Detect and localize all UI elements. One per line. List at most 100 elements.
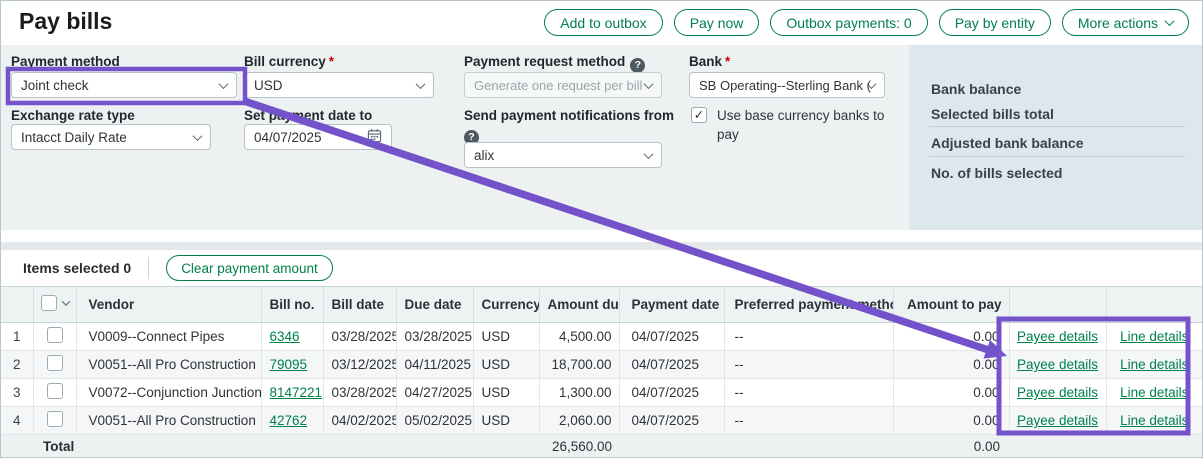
total-amount-due: 26,560.00 [539, 435, 619, 458]
payment-request-method-label: Payment request method? [464, 54, 645, 73]
row-number: 1 [1, 323, 33, 351]
vendor-header[interactable]: Vendor [76, 287, 261, 323]
row-checkbox[interactable] [47, 355, 63, 371]
row-number: 3 [1, 379, 33, 407]
payment-date-value: 04/07/2025 [254, 130, 322, 145]
exchange-rate-type-label: Exchange rate type [11, 108, 135, 123]
line-details-link[interactable]: Line details [1120, 329, 1188, 344]
add-to-outbox-button[interactable]: Add to outbox [544, 9, 662, 36]
use-base-currency-label: Use base currency banks to pay [717, 106, 889, 144]
bill-date-cell: 03/28/2025 [323, 379, 396, 407]
clear-payment-amount-button[interactable]: Clear payment amount [166, 255, 333, 281]
total-label: Total [33, 435, 261, 458]
currency-cell: USD [473, 407, 539, 435]
payment-request-method-value: Generate one request per bill [474, 78, 642, 93]
more-actions-button[interactable]: More actions [1062, 9, 1189, 36]
pay-by-entity-button[interactable]: Pay by entity [939, 9, 1051, 36]
bank-select[interactable]: SB Operating--Sterling Bank ( [689, 72, 885, 98]
amount-to-pay-header[interactable]: Amount to pay [893, 287, 1009, 323]
line-details-link[interactable]: Line details [1120, 357, 1188, 372]
bill-date-cell: 03/28/2025 [323, 323, 396, 351]
amount-to-pay-cell[interactable]: 0.00 [893, 351, 1009, 379]
items-selected-count: 0 [123, 260, 131, 276]
table-toolbar: Items selected 0 Clear payment amount [1, 250, 1202, 286]
send-notifications-label: Send payment notifications from [464, 108, 674, 123]
outbox-payments-button[interactable]: Outbox payments: 0 [770, 9, 927, 36]
amount-due-cell: 18,700.00 [539, 351, 619, 379]
bill-date-header[interactable]: Bill date [323, 287, 396, 323]
currency-cell: USD [473, 379, 539, 407]
amount-to-pay-cell[interactable]: 0.00 [893, 323, 1009, 351]
payment-date-header[interactable]: Payment date [619, 287, 724, 323]
exchange-rate-type-value: Intacct Daily Rate [21, 130, 127, 145]
table-header-row: Vendor Bill no. Bill date Due date Curre… [1, 287, 1202, 323]
payment-date-cell: 04/07/2025 [619, 379, 724, 407]
line-details-link[interactable]: Line details [1120, 385, 1188, 400]
bill-currency-value: USD [254, 78, 283, 93]
amount-due-header[interactable]: Amount due [539, 287, 619, 323]
exchange-rate-type-select[interactable]: Intacct Daily Rate [11, 124, 211, 150]
required-asterisk: * [329, 54, 334, 69]
row-checkbox[interactable] [47, 383, 63, 399]
pay-now-button[interactable]: Pay now [674, 9, 760, 36]
items-selected-label: Items selected 0 [23, 260, 131, 276]
total-row: Total 26,560.00 0.00 [1, 435, 1202, 458]
bill-currency-select[interactable]: USD [244, 72, 434, 98]
amount-due-cell: 4,500.00 [539, 323, 619, 351]
help-icon[interactable]: ? [630, 58, 645, 73]
payment-date-input[interactable]: 04/07/2025 [244, 124, 392, 150]
bill-no-link[interactable]: 6346 [270, 329, 300, 344]
bank-label: Bank* [689, 54, 730, 69]
vendor-cell: V0051--All Pro Construction [76, 351, 261, 379]
currency-cell: USD [473, 351, 539, 379]
chevron-down-icon [193, 131, 203, 141]
chevron-down-icon [416, 79, 426, 89]
payee-details-link[interactable]: Payee details [1017, 329, 1098, 344]
payee-details-link[interactable]: Payee details [1017, 385, 1098, 400]
bill-no-link[interactable]: 8147221 [270, 385, 323, 400]
vendor-cell: V0051--All Pro Construction [76, 407, 261, 435]
line-details-header [1106, 287, 1202, 323]
payment-date-cell: 04/07/2025 [619, 323, 724, 351]
select-all-header [33, 287, 76, 323]
toolbar-divider [148, 257, 149, 279]
currency-cell: USD [473, 323, 539, 351]
currency-header[interactable]: Currency [473, 287, 539, 323]
send-notifications-select[interactable]: alix [464, 142, 662, 168]
payee-details-link[interactable]: Payee details [1017, 357, 1098, 372]
bill-no-link[interactable]: 79095 [270, 357, 308, 372]
row-number: 4 [1, 407, 33, 435]
due-date-cell: 03/28/2025 [396, 323, 473, 351]
bank-balance-label: Bank balance [931, 81, 1021, 97]
table-row: 1 V0009--Connect Pipes 6346 03/28/2025 0… [1, 323, 1202, 351]
vendor-cell: V0009--Connect Pipes [76, 323, 261, 351]
chevron-down-icon [644, 149, 654, 159]
bills-selected-label: No. of bills selected [931, 165, 1062, 181]
payment-method-select[interactable]: Joint check [11, 72, 237, 98]
payee-details-link[interactable]: Payee details [1017, 413, 1098, 428]
amount-to-pay-cell[interactable]: 0.00 [893, 407, 1009, 435]
table-row: 3 V0072--Conjunction Junction 8147221 03… [1, 379, 1202, 407]
amount-to-pay-cell[interactable]: 0.00 [893, 379, 1009, 407]
chevron-down-icon [1165, 16, 1175, 26]
panel-divider [929, 156, 1185, 157]
row-number-header [1, 287, 33, 323]
chevron-down-icon[interactable] [61, 297, 69, 305]
row-checkbox[interactable] [47, 411, 63, 427]
vendor-cell: V0072--Conjunction Junction [76, 379, 261, 407]
row-checkbox[interactable] [47, 327, 63, 343]
chevron-down-icon [644, 79, 654, 89]
bills-table: Vendor Bill no. Bill date Due date Curre… [1, 286, 1202, 458]
bill-no-link[interactable]: 42762 [270, 413, 308, 428]
select-all-checkbox[interactable] [41, 295, 57, 311]
due-date-cell: 04/11/2025 [396, 351, 473, 379]
summary-panel: Bank balance Selected bills total Adjust… [909, 45, 1203, 230]
payment-date-cell: 04/07/2025 [619, 351, 724, 379]
calendar-icon[interactable] [367, 128, 382, 146]
line-details-link[interactable]: Line details [1120, 413, 1188, 428]
payment-method-label: Payment method [11, 54, 120, 69]
bill-no-header[interactable]: Bill no. [261, 287, 323, 323]
preferred-method-header[interactable]: Preferred payment method [724, 287, 893, 323]
due-date-header[interactable]: Due date [396, 287, 473, 323]
use-base-currency-checkbox[interactable]: ✓ [691, 107, 707, 123]
